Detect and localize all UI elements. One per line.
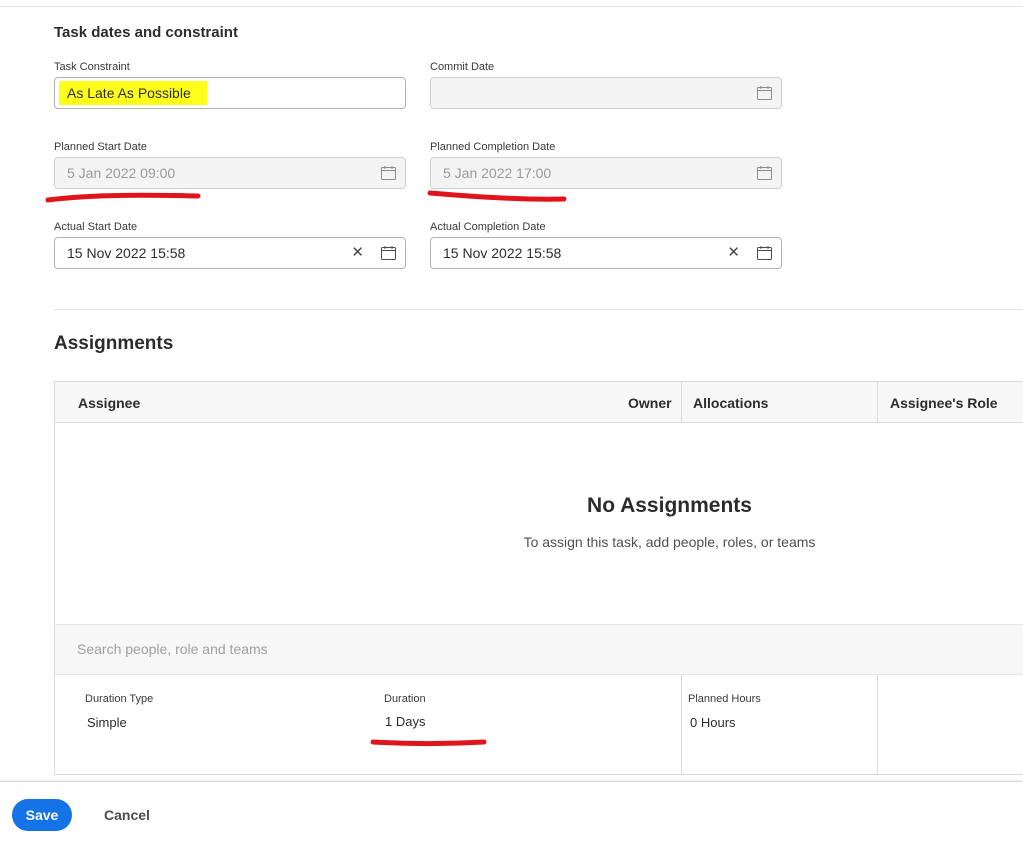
commit-date-field[interactable] [430, 77, 782, 109]
save-button[interactable]: Save [12, 799, 72, 831]
commit-date-label: Commit Date [430, 61, 495, 73]
task-constraint-field[interactable]: As Late As Possible [54, 77, 406, 109]
task-constraint-value: As Late As Possible [67, 85, 191, 101]
planned-hours-value: 0 Hours [690, 715, 736, 730]
task-constraint-label: Task Constraint [54, 61, 130, 73]
assignment-search-row [55, 624, 1023, 675]
calendar-icon[interactable] [757, 246, 772, 260]
red-underline-annotation [45, 192, 201, 203]
actual-completion-field[interactable]: 15 Nov 2022 15:58 ✕ [430, 237, 782, 269]
column-header-owner[interactable]: Owner [628, 395, 672, 411]
planned-start-field[interactable]: 5 Jan 2022 09:00 [54, 157, 406, 189]
duration-label: Duration [384, 693, 426, 705]
column-header-role[interactable]: Assignee's Role [890, 395, 998, 411]
calendar-icon[interactable] [381, 166, 396, 180]
assignments-table: Assignee Owner Allocations Assignee's Ro… [54, 381, 1023, 775]
column-header-allocations[interactable]: Allocations [693, 395, 768, 411]
calendar-icon[interactable] [757, 86, 772, 100]
close-icon[interactable]: ✕ [351, 245, 364, 261]
planned-start-value: 5 Jan 2022 09:00 [67, 165, 176, 181]
column-divider [877, 675, 878, 775]
cancel-button[interactable]: Cancel [92, 799, 162, 831]
planned-completion-value: 5 Jan 2022 17:00 [443, 165, 552, 181]
duration-value[interactable]: 1 Days [385, 714, 425, 729]
column-divider [681, 382, 682, 423]
section-title-assignments: Assignments [54, 333, 174, 354]
top-divider [0, 6, 1023, 7]
duration-type-label: Duration Type [85, 693, 154, 705]
column-divider [681, 675, 682, 775]
calendar-icon[interactable] [757, 166, 772, 180]
assignment-search-input[interactable] [77, 641, 677, 657]
empty-state-subtitle: To assign this task, add people, roles, … [523, 534, 816, 550]
planned-hours-label: Planned Hours [688, 693, 761, 705]
column-divider [877, 382, 878, 423]
close-icon[interactable]: ✕ [727, 245, 740, 261]
section-divider [54, 309, 1023, 310]
footer-action-bar: Save Cancel [0, 781, 1023, 842]
calendar-icon[interactable] [381, 246, 396, 260]
actual-start-value: 15 Nov 2022 15:58 [67, 245, 186, 261]
red-underline-annotation [427, 190, 567, 202]
planned-start-label: Planned Start Date [54, 141, 147, 153]
planned-completion-field[interactable]: 5 Jan 2022 17:00 [430, 157, 782, 189]
duration-type-value[interactable]: Simple [87, 715, 127, 730]
actual-start-label: Actual Start Date [54, 221, 138, 233]
empty-state-title: No Assignments [587, 494, 752, 517]
actual-completion-value: 15 Nov 2022 15:58 [443, 245, 562, 261]
actual-start-field[interactable]: 15 Nov 2022 15:58 ✕ [54, 237, 406, 269]
section-title-task-dates: Task dates and constraint [54, 24, 238, 41]
actual-completion-label: Actual Completion Date [430, 221, 546, 233]
column-header-assignee[interactable]: Assignee [78, 395, 140, 411]
planned-completion-label: Planned Completion Date [430, 141, 556, 153]
